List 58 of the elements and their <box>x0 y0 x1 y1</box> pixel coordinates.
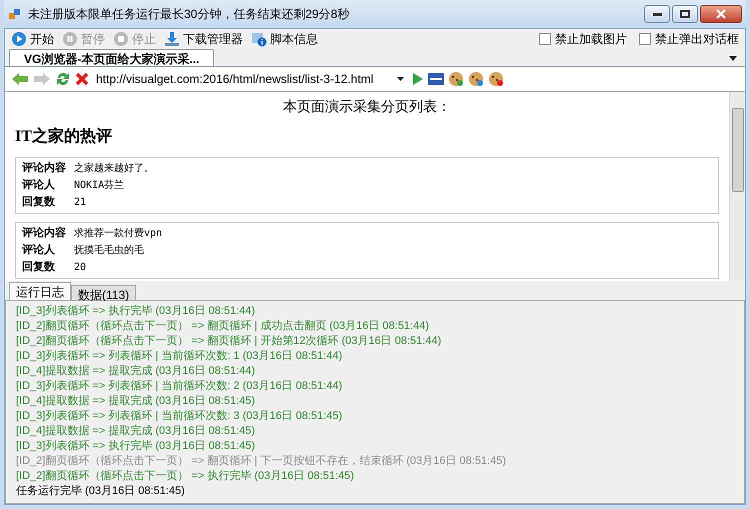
field-label: 评论内容 <box>22 160 67 176</box>
log-line: [ID_2]翻页循环（循环点击下一页） => 翻页循环 | 下一页按钮不存在，结束循环 (03月16日 08:51:45) <box>16 454 508 469</box>
play-icon[interactable] <box>412 72 424 86</box>
dropdown-icon[interactable] <box>729 56 737 61</box>
cookie-icon[interactable] <box>488 71 504 87</box>
info-icon <box>251 31 267 47</box>
log-line: [ID_3]列表循环 => 列表循环 | 当前循环次数: 1 (03月16日 08:51:44) <box>16 349 344 364</box>
log-line: [ID_3]列表循环 => 列表循环 | 当前循环次数: 2 (03月16日 08:51:44) <box>16 379 344 394</box>
field-label: 回复数 <box>22 195 56 210</box>
log-line: [ID_4]提取数据 => 提取完成 (03月16日 08:51:45) <box>16 394 256 409</box>
field-value: 之家越来越好了。 <box>74 162 154 176</box>
log-line: [ID_3]列表循环 => 执行完毕 (03月16日 08:51:44) <box>16 304 256 319</box>
app-icon <box>8 7 22 21</box>
log-line: [ID_2]翻页循环（循环点击下一页） => 翻页循环 | 开始第12次循环 (03月16日 08:51:44) <box>16 334 442 349</box>
cookie-icon[interactable] <box>448 71 464 87</box>
log-line: [ID_3]列表循环 => 执行完毕 (03月16日 08:51:45) <box>16 439 256 454</box>
page-heading: IT之家的热评 <box>15 126 113 147</box>
minimize-button[interactable] <box>644 5 670 23</box>
maximize-button[interactable] <box>672 5 698 23</box>
field-label: 评论人 <box>22 178 56 194</box>
back-arrow-icon[interactable] <box>11 71 29 87</box>
close-button[interactable] <box>700 5 742 23</box>
cookie-icon[interactable] <box>468 71 484 87</box>
checkbox[interactable] <box>539 33 551 45</box>
log-line: [ID_2]翻页循环（循环点击下一页） => 执行完毕 (03月16日 08:51:45) <box>16 469 356 484</box>
log-line: [ID_4]提取数据 => 提取完成 (03月16日 08:51:45) <box>16 424 256 439</box>
log-line: [ID_3]列表循环 => 列表循环 | 当前循环次数: 3 (03月16日 08:51:45) <box>16 409 344 424</box>
field-value: 求推荐一款付费vpn <box>74 226 162 241</box>
window-title: 未注册版本限单任务运行最长30分钟，任务结束还剩29分8秒 <box>28 6 350 23</box>
stop-icon <box>113 31 129 47</box>
field-label: 评论内容 <box>22 226 67 242</box>
field-value: 21 <box>74 196 86 210</box>
field-value: 20 <box>74 261 86 275</box>
stop-icon[interactable] <box>75 72 89 86</box>
checkbox[interactable] <box>639 33 651 45</box>
field-label: 回复数 <box>22 260 56 276</box>
toolbar-button[interactable]: 脚本信息 <box>251 30 318 48</box>
toolbar-button[interactable]: 开始 <box>11 30 54 48</box>
play-icon <box>11 31 27 47</box>
dropdown-icon[interactable] <box>397 77 404 81</box>
refresh-icon[interactable] <box>55 71 71 87</box>
pause-icon <box>62 31 78 47</box>
field-label: 评论人 <box>22 242 56 258</box>
browser-tab[interactable]: VG浏览器-本页面给大家演示采... <box>9 49 214 66</box>
log-line: [ID_4]提取数据 => 提取完成 (03月16日 08:51:44) <box>16 364 256 379</box>
checkbox-label: 禁止弹出对话框 <box>655 31 739 48</box>
log-line: [ID_2]翻页循环（循环点击下一页） => 翻页循环 | 成功点击翻页 (03月16日 08:51:44) <box>16 319 430 334</box>
field-value: NOKIA芬兰 <box>74 178 124 193</box>
page-caption: 本页面演示采集分页列表： <box>282 97 452 116</box>
download-icon <box>164 31 180 47</box>
checkbox-label: 禁止加载图片 <box>555 31 627 48</box>
scrollbar[interactable] <box>729 92 745 281</box>
log-tab[interactable]: 数据(113) <box>71 285 136 300</box>
log-tab[interactable]: 运行日志 <box>9 282 71 300</box>
log-line: 任务运行完毕 (03月16日 08:51:45) <box>16 484 186 499</box>
field-value: 抚摸毛毛虫的毛 <box>74 244 144 258</box>
close-icon <box>716 9 726 19</box>
toolbar-button[interactable]: 下载管理器 <box>164 30 243 48</box>
